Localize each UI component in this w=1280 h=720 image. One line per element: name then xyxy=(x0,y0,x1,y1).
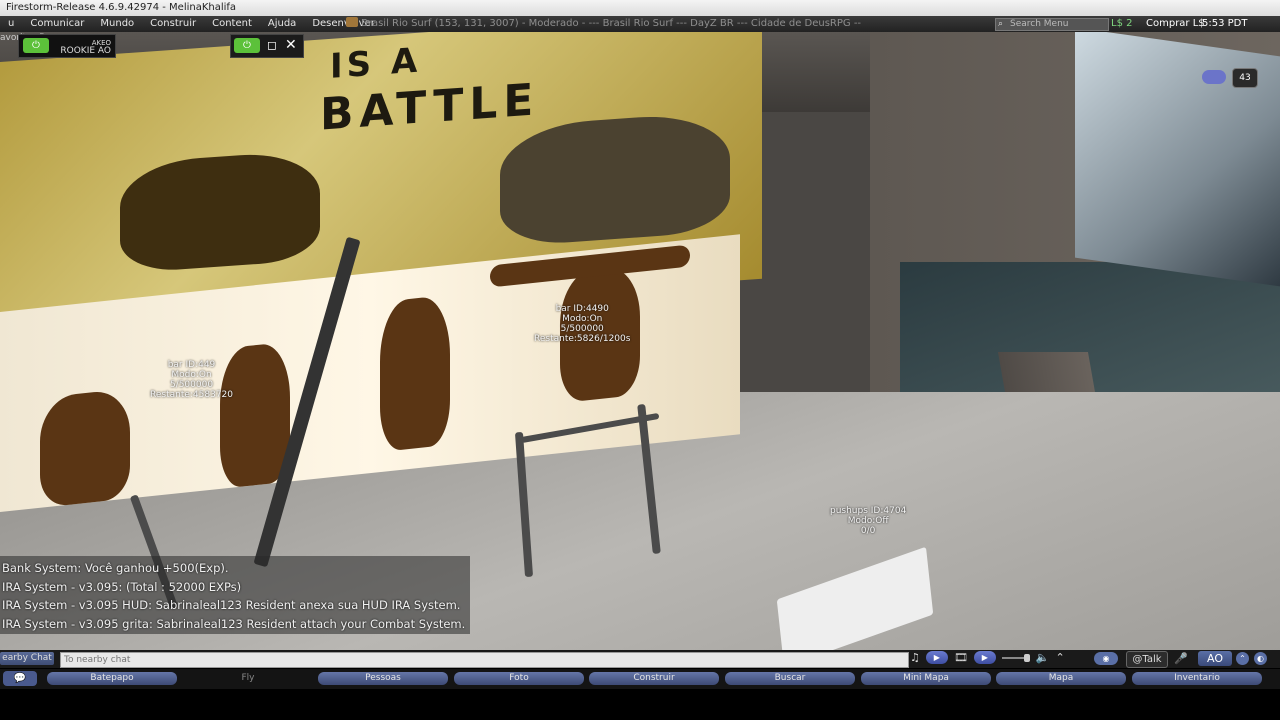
letterbox xyxy=(0,689,1280,720)
chat-line: IRA System - v3.095 grita: Sabrinaleal12… xyxy=(2,616,466,631)
search-menu-input[interactable]: ⌕ Search Menu xyxy=(995,18,1109,31)
chevron-up-icon[interactable]: ⌃ xyxy=(1056,651,1065,664)
chat-bubble-icon[interactable]: 💬 xyxy=(3,671,37,686)
chat-line: IRA System - v3.095: (Total : 52000 EXPs… xyxy=(2,579,242,594)
ao-toggle-button[interactable]: AO xyxy=(1198,651,1232,666)
toolbar-button-construir[interactable]: Construir xyxy=(589,672,719,685)
toolbar-button-inventario[interactable]: Inventario xyxy=(1132,672,1262,685)
chat-line: IRA System - v3.095 HUD: Sabrinaleal123 … xyxy=(2,598,461,612)
toolbar-button-mapa[interactable]: Mapa xyxy=(996,672,1126,685)
play-media-button[interactable]: ▶ xyxy=(973,651,996,664)
film-icon[interactable]: 🎞 xyxy=(954,651,968,664)
menu-item-ajuda[interactable]: Ajuda xyxy=(260,16,304,32)
ao-hud[interactable]: ⏻ AKEO ROOKIE AO xyxy=(18,34,116,58)
hud-controls[interactable]: ⏻ ◻ ✕ xyxy=(230,34,304,58)
hud-power-icon[interactable]: ⏻ xyxy=(234,38,260,53)
pushups-label-mode: Modo:Off xyxy=(847,516,889,526)
toolbar-button-mini-mapa[interactable]: Mini Mapa xyxy=(861,672,991,685)
notification-counter[interactable]: 43 xyxy=(1232,68,1258,88)
bar-label-id: bar ID:4490 xyxy=(555,304,609,314)
hud-close-icon[interactable]: ✕ xyxy=(285,37,297,53)
toolbar-button-foto[interactable]: Foto xyxy=(454,672,584,685)
poster-text-top: IS A xyxy=(330,40,422,87)
bar-label-progress: 5/500000 xyxy=(169,380,214,390)
microphone-icon[interactable]: 🎤 xyxy=(1174,652,1188,665)
chat-line: Bank System: Você ganhou +500(Exp). xyxy=(2,561,229,575)
bar-label-progress: 5/500000 xyxy=(560,324,604,334)
linden-balance[interactable]: L$ 2 xyxy=(1111,16,1132,32)
toolbar-button-fly[interactable]: Fly xyxy=(183,672,313,685)
menu-bar: u Comunicar Mundo Construir Content Ajud… xyxy=(0,16,1280,32)
chat-bar: earby Chat ♫ ▶ 🎞 ▶ 🔈 ⌃ ◉ @Talk 🎤 AO ⌃ ◐ xyxy=(0,650,1280,668)
bar-label-1: bar ID:449 Modo:On 5/500000 Restante:458… xyxy=(150,360,233,400)
search-icon: ⌕ xyxy=(998,19,1004,29)
bottom-toolbar: 💬 Batepapo Fly Pessoas Foto Construir Bu… xyxy=(0,669,1280,689)
menu-item-content[interactable]: Content xyxy=(204,16,260,32)
volume-slider[interactable] xyxy=(1001,653,1030,662)
talk-label: Talk xyxy=(1142,654,1162,665)
chevron-up-icon[interactable]: ⌃ xyxy=(1236,652,1249,665)
pushups-label-progress: 0/0 xyxy=(860,526,876,536)
location-status[interactable]: Brasil Rio Surf (153, 131, 3007) - Moder… xyxy=(346,16,861,32)
window-title: Firestorm-Release 4.6.9.42974 - MelinaKh… xyxy=(6,2,237,13)
volume-knob[interactable] xyxy=(1023,653,1030,662)
media-controls: ♫ ▶ 🎞 ▶ 🔈 ⌃ xyxy=(910,651,1065,664)
toolbar-button-buscar[interactable]: Buscar xyxy=(725,672,855,685)
hud-minimize-icon[interactable]: ◻ xyxy=(267,39,277,51)
music-icon[interactable]: ♫ xyxy=(910,651,920,664)
menu-item-comunicar[interactable]: Comunicar xyxy=(22,16,92,32)
toolbar-button-batepapo[interactable]: Batepapo xyxy=(47,672,177,685)
nearby-chat-button[interactable]: earby Chat xyxy=(0,652,54,665)
search-menu-placeholder: Search Menu xyxy=(1010,19,1069,29)
buy-currency-button[interactable]: Comprar L$ xyxy=(1146,16,1205,32)
menu-item-partial[interactable]: u xyxy=(0,16,22,32)
play-music-button[interactable]: ▶ xyxy=(925,651,948,664)
voice-indicator-icon[interactable] xyxy=(1202,70,1226,84)
bar-label-id: bar ID:449 xyxy=(167,360,216,370)
parcel-icon xyxy=(346,17,358,27)
talk-button[interactable]: @Talk xyxy=(1126,651,1168,668)
bar-label-remain: Restante:4583720 xyxy=(150,390,234,400)
clock: 5:53 PDT xyxy=(1202,18,1248,29)
bar-label-remain: Restante:5826/1200s xyxy=(534,334,631,344)
poster-figure-right xyxy=(500,110,730,248)
evolution-figure-3 xyxy=(380,294,450,453)
evolution-figure-1 xyxy=(40,388,130,508)
location-text: Brasil Rio Surf (153, 131, 3007) - Moder… xyxy=(361,18,862,29)
toolbar-button-pessoas[interactable]: Pessoas xyxy=(318,672,448,685)
menu-item-construir[interactable]: Construir xyxy=(142,16,204,32)
bar-label-mode: Modo:On xyxy=(562,314,603,324)
window-title-bar[interactable]: Firestorm-Release 4.6.9.42974 - MelinaKh… xyxy=(0,0,1280,16)
pushups-label-id: pushups ID:4704 xyxy=(830,506,907,516)
chat-log: Bank System: Você ganhou +500(Exp). IRA … xyxy=(0,556,470,634)
settings-icon[interactable]: ◐ xyxy=(1254,652,1267,665)
ao-name: ROOKIE AO xyxy=(60,46,111,56)
nearby-chat-input[interactable] xyxy=(60,652,909,668)
menu-items: u Comunicar Mundo Construir Content Ajud… xyxy=(0,16,383,32)
bar-label-mode: Modo:On xyxy=(171,370,212,380)
pushups-label: pushups ID:4704 Modo:Off 0/0 xyxy=(830,506,906,536)
speaker-icon[interactable]: 🔈 xyxy=(1036,651,1050,664)
menu-item-mundo[interactable]: Mundo xyxy=(92,16,142,32)
bar-label-2: bar ID:4490 Modo:On 5/500000 Restante:58… xyxy=(534,304,630,344)
poster-figure-left xyxy=(120,149,320,274)
gestures-icon[interactable]: ◉ xyxy=(1094,652,1118,665)
ao-power-icon[interactable]: ⏻ xyxy=(23,38,49,53)
ao-hud-label: AKEO ROOKIE AO xyxy=(57,39,111,56)
